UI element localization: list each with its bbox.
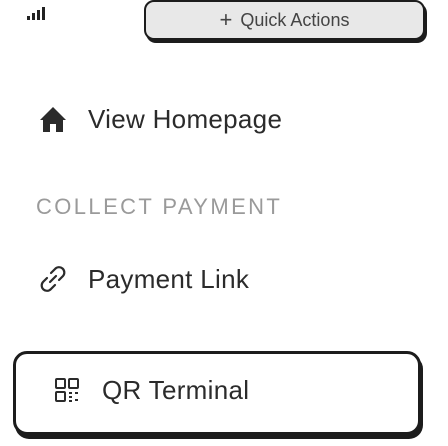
menu-item-view-homepage[interactable]: View Homepage [36, 102, 282, 136]
quick-actions-button[interactable]: + Quick Actions [144, 0, 425, 40]
quick-actions-label: Quick Actions [240, 9, 350, 30]
qr-terminal-content: QR Terminal [50, 373, 249, 407]
menu-item-label: Payment Link [88, 263, 250, 294]
link-icon [36, 262, 70, 296]
menu-item-payment-link[interactable]: Payment Link [36, 262, 249, 296]
home-icon [36, 102, 70, 136]
menu-item-qr-terminal[interactable]: QR Terminal [13, 351, 421, 435]
menu-item-label: View Homepage [88, 103, 283, 134]
signal-bars-icon [27, 7, 45, 20]
plus-icon: + [219, 7, 233, 32]
qr-code-icon [50, 373, 84, 407]
section-heading-collect-payment: COLLECT PAYMENT [36, 194, 283, 219]
menu-item-label: QR Terminal [102, 374, 250, 405]
